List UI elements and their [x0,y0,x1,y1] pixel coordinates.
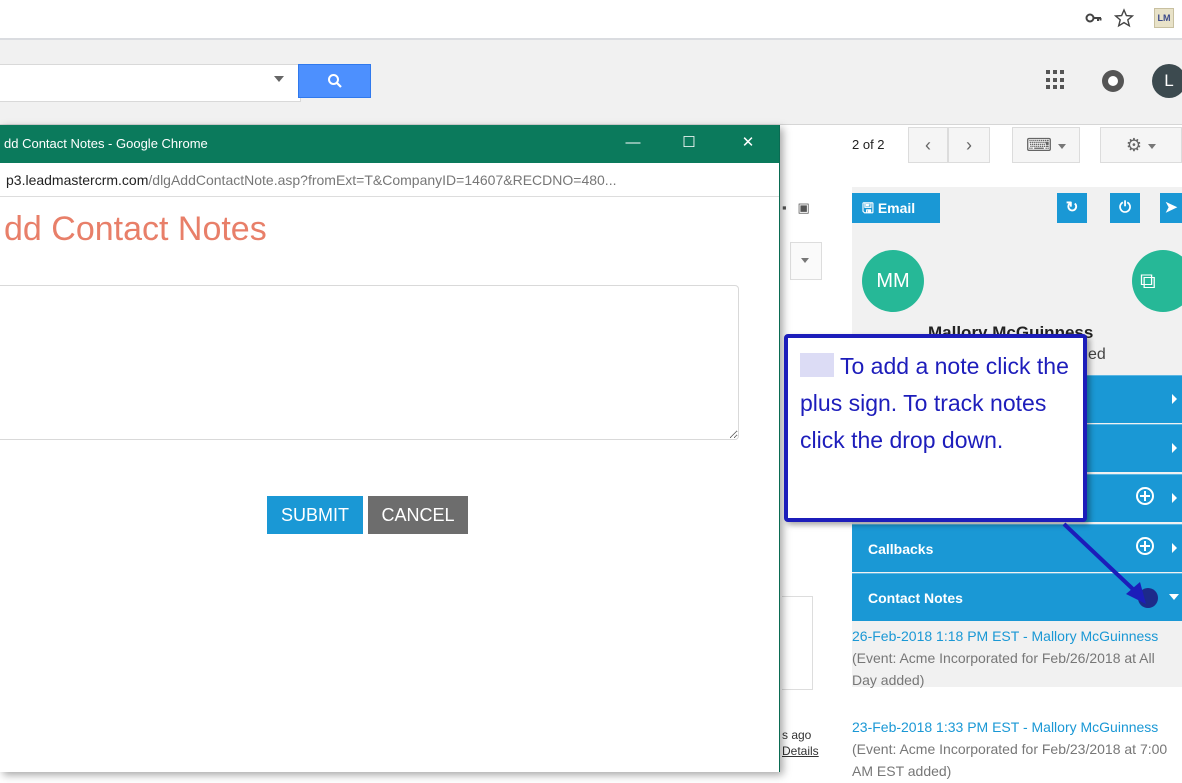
details-link[interactable]: Details [782,744,819,758]
cancel-button[interactable]: CANCEL [368,496,468,534]
account-avatar[interactable]: L [1152,64,1182,98]
callout-text: To add a note click the plus sign. To tr… [800,353,1069,453]
crm-email-button[interactable]: 🖫 Email [852,193,940,223]
keyboard-icon: ⌨ [1026,135,1052,155]
page-title: dd Contact Notes [4,210,267,248]
minimize-icon[interactable]: — [618,131,648,155]
prev-button[interactable]: ‹ [908,127,948,163]
add-plus-icon[interactable] [1136,487,1154,505]
callout-highlight-mark [800,353,834,377]
contact-note-textarea[interactable] [0,285,739,440]
chevron-right-icon[interactable] [1172,543,1177,553]
input-tools-button[interactable]: ⌨ [1012,127,1080,163]
send-icon: ➤ [1164,199,1178,216]
power-icon: ⏻ [1119,199,1131,216]
timestamp-text: s ago [782,728,812,742]
pager-count: 2 of 2 [852,137,885,152]
url-path: /dlgAddContactNote.asp?fromExt=T&Company… [148,172,617,188]
crm-email-label: Email [877,200,916,216]
search-input[interactable] [0,64,301,102]
background-panel [782,596,813,690]
url-domain: p3.leadmastercrm.com [6,172,149,188]
key-icon[interactable] [1084,8,1104,28]
note-link[interactable]: 26-Feb-2018 1:18 PM EST - Mallory McGuin… [852,628,1158,644]
contact-notes-label: Contact Notes [868,590,963,606]
search-icon [328,74,342,88]
more-actions-dropdown[interactable] [790,242,822,280]
submit-button[interactable]: SUBMIT [267,496,363,534]
extension-icon[interactable]: LM [1154,8,1174,28]
contact-subtitle: ed [1088,346,1106,363]
refresh-icon: ↻ [1065,199,1079,216]
send-button[interactable]: ➤ [1160,193,1182,223]
save-icon: 🖫 [862,200,874,216]
note-link[interactable]: 23-Feb-2018 1:33 PM EST - Mallory McGuin… [852,719,1158,735]
callbacks-label: Callbacks [868,541,934,557]
next-button[interactable]: › [948,127,990,163]
search-options-caret-icon[interactable] [274,76,284,82]
search-button[interactable] [298,64,371,98]
notifications-icon[interactable] [1102,70,1124,92]
maximize-icon[interactable]: ☐ [674,131,704,155]
tutorial-callout: To add a note click the plus sign. To tr… [784,334,1087,522]
gear-icon: ⚙ [1125,135,1143,155]
message-actions-icons[interactable]: ▪ ▣ [782,200,810,216]
power-button[interactable]: ⏻ [1110,193,1140,223]
chevron-down-icon [1057,143,1066,149]
chevron-right-icon[interactable] [1172,394,1177,404]
refresh-button[interactable]: ↻ [1057,193,1087,223]
chevron-right-icon: › [966,135,972,155]
chevron-down-icon [1148,143,1157,149]
note-text: (Event: Acme Incorporated for Feb/23/201… [852,741,1168,779]
popup-url-bar[interactable]: p3.leadmastercrm.com/dlgAddContactNote.a… [0,163,779,197]
popup-window-title: dd Contact Notes - Google Chrome [4,136,208,151]
star-icon[interactable] [1113,8,1135,28]
contact-initials-avatar: MM [862,250,924,312]
apps-grid-icon[interactable] [1046,70,1066,90]
close-icon[interactable]: ✕ [733,131,763,155]
note-text: (Event: Acme Incorporated for Feb/26/201… [852,650,1155,688]
external-link-icon: ⧉ [1140,268,1156,293]
settings-button[interactable]: ⚙ [1100,127,1182,163]
browser-toolbar [0,0,1182,40]
chevron-left-icon: ‹ [925,135,931,155]
popup-title-bar[interactable]: dd Contact Notes - Google Chrome — ☐ ✕ [0,125,779,163]
chevron-down-icon[interactable] [1169,594,1179,600]
note-entry: 23-Feb-2018 1:33 PM EST - Mallory McGuin… [852,716,1182,782]
callout-arrow-icon [1062,522,1146,604]
chevron-right-icon[interactable] [1172,443,1177,453]
chevron-right-icon[interactable] [1172,493,1177,503]
note-entry: 26-Feb-2018 1:18 PM EST - Mallory McGuin… [852,625,1182,691]
